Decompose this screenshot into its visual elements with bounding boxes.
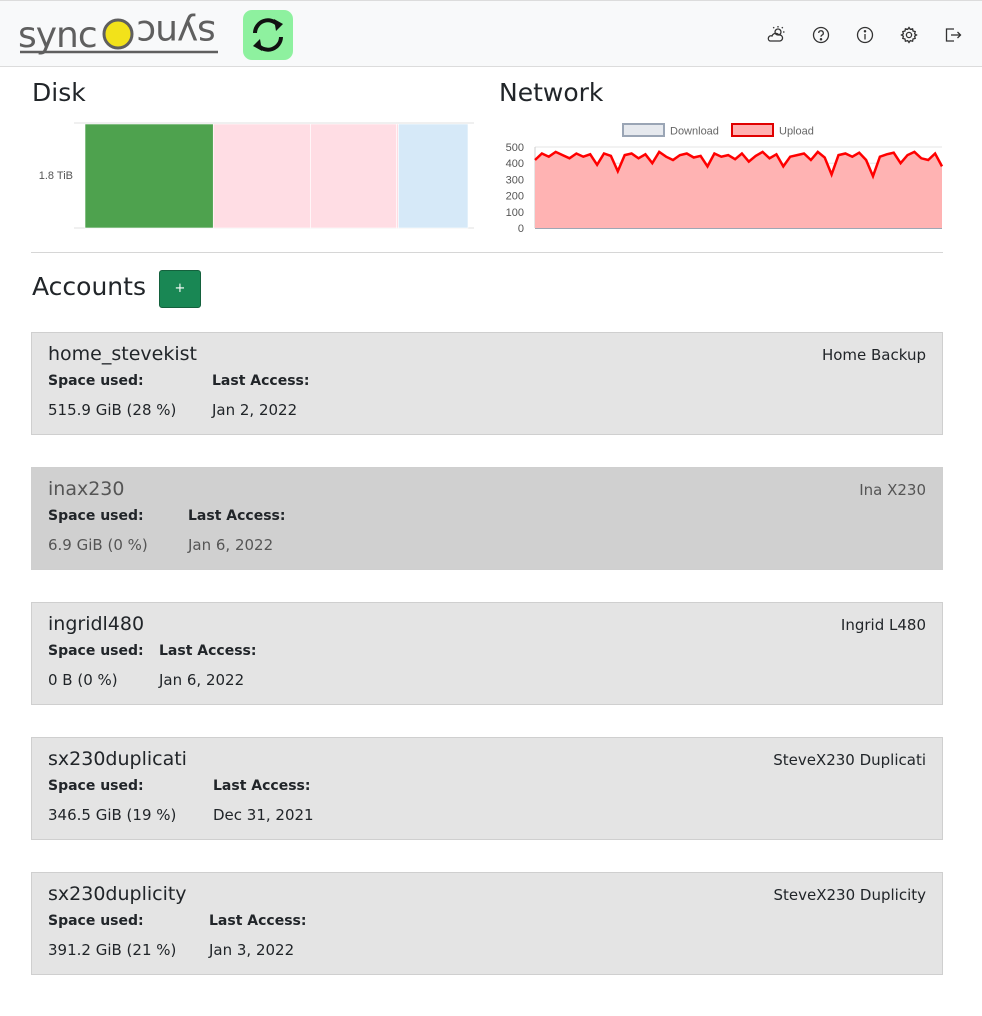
last-access-label: Last Access: bbox=[213, 778, 311, 794]
space-used-value: 6.9 GiB (0 %) bbox=[48, 536, 148, 554]
account-name: inax230 bbox=[48, 478, 125, 500]
logout-icon[interactable] bbox=[943, 25, 963, 45]
last-access-label: Last Access: bbox=[209, 913, 307, 929]
space-used-label: Space used: bbox=[48, 373, 144, 389]
disk-segment-2 bbox=[310, 123, 397, 229]
svg-text:sync: sync bbox=[18, 15, 97, 56]
last-access-value: Jan 6, 2022 bbox=[159, 671, 245, 689]
y-tick-label: 400 bbox=[506, 158, 524, 170]
disk-segment-1 bbox=[212, 123, 311, 229]
disk-segment-5 bbox=[398, 123, 469, 229]
help-icon[interactable] bbox=[811, 25, 831, 45]
network-chart: Download Upload 500 400 300 200 100 0 bbox=[506, 123, 944, 235]
account-name: home_stevekist bbox=[48, 343, 197, 365]
space-used-label: Space used: bbox=[48, 643, 144, 659]
last-access-value: Jan 2, 2022 bbox=[212, 401, 298, 419]
account-card[interactable]: sx230duplicati SteveX230 Duplicati Space… bbox=[31, 737, 943, 840]
info-icon[interactable] bbox=[855, 25, 875, 45]
y-tick-label: 200 bbox=[506, 191, 524, 203]
sync-icon bbox=[253, 18, 283, 52]
space-used-value: 391.2 GiB (21 %) bbox=[48, 941, 177, 959]
space-used-value: 0 B (0 %) bbox=[48, 671, 118, 689]
top-navbar: sync sync bbox=[0, 0, 982, 67]
disk-chart: 1.8 TiB bbox=[39, 122, 474, 229]
account-card[interactable]: inax230 Ina X230 Space used: Last Access… bbox=[31, 467, 943, 570]
last-access-value: Dec 31, 2021 bbox=[213, 806, 314, 824]
y-tick-label: 0 bbox=[518, 223, 524, 235]
y-tick-label: 100 bbox=[506, 207, 524, 219]
disk-title: Disk bbox=[32, 78, 86, 107]
last-access-value: Jan 6, 2022 bbox=[188, 536, 274, 554]
disk-category-label: 1.8 TiB bbox=[39, 170, 73, 182]
disk-segment-0 bbox=[84, 123, 214, 229]
weather-icon[interactable] bbox=[766, 25, 786, 45]
app-logo[interactable]: sync sync bbox=[18, 12, 220, 61]
legend-upload: Upload bbox=[779, 126, 814, 138]
account-description: Ingrid L480 bbox=[840, 616, 926, 634]
account-name: sx230duplicati bbox=[48, 748, 187, 770]
space-used-value: 515.9 GiB (28 %) bbox=[48, 401, 177, 419]
space-used-label: Space used: bbox=[48, 508, 144, 524]
legend-swatch-download bbox=[622, 123, 665, 137]
last-access-label: Last Access: bbox=[188, 508, 286, 524]
account-card[interactable]: ingridl480 Ingrid L480 Space used: Last … bbox=[31, 602, 943, 705]
account-description: SteveX230 Duplicity bbox=[773, 886, 927, 904]
account-description: Ina X230 bbox=[859, 481, 926, 499]
last-access-label: Last Access: bbox=[159, 643, 257, 659]
account-name: ingridl480 bbox=[48, 613, 145, 635]
network-title: Network bbox=[499, 78, 604, 107]
last-access-label: Last Access: bbox=[212, 373, 310, 389]
add-account-button[interactable]: + bbox=[159, 270, 201, 308]
y-tick-label: 300 bbox=[506, 174, 524, 186]
account-name: sx230duplicity bbox=[48, 883, 187, 905]
account-card[interactable]: home_stevekist Home Backup Space used: L… bbox=[31, 332, 943, 435]
space-used-value: 346.5 GiB (19 %) bbox=[48, 806, 177, 824]
legend-download: Download bbox=[670, 126, 719, 138]
last-access-value: Jan 3, 2022 bbox=[209, 941, 295, 959]
account-description: Home Backup bbox=[821, 346, 926, 364]
svg-text:sync: sync bbox=[137, 13, 216, 53]
accounts-title: Accounts bbox=[32, 272, 146, 301]
space-used-label: Space used: bbox=[48, 913, 144, 929]
sync-button[interactable] bbox=[243, 10, 293, 60]
section-divider bbox=[31, 252, 943, 253]
settings-icon[interactable] bbox=[899, 25, 919, 45]
account-card[interactable]: sx230duplicity SteveX230 Duplicity Space… bbox=[31, 872, 943, 975]
account-description: SteveX230 Duplicati bbox=[773, 751, 926, 769]
y-tick-label: 500 bbox=[506, 142, 524, 154]
space-used-label: Space used: bbox=[48, 778, 144, 794]
legend-swatch-upload bbox=[731, 123, 774, 137]
